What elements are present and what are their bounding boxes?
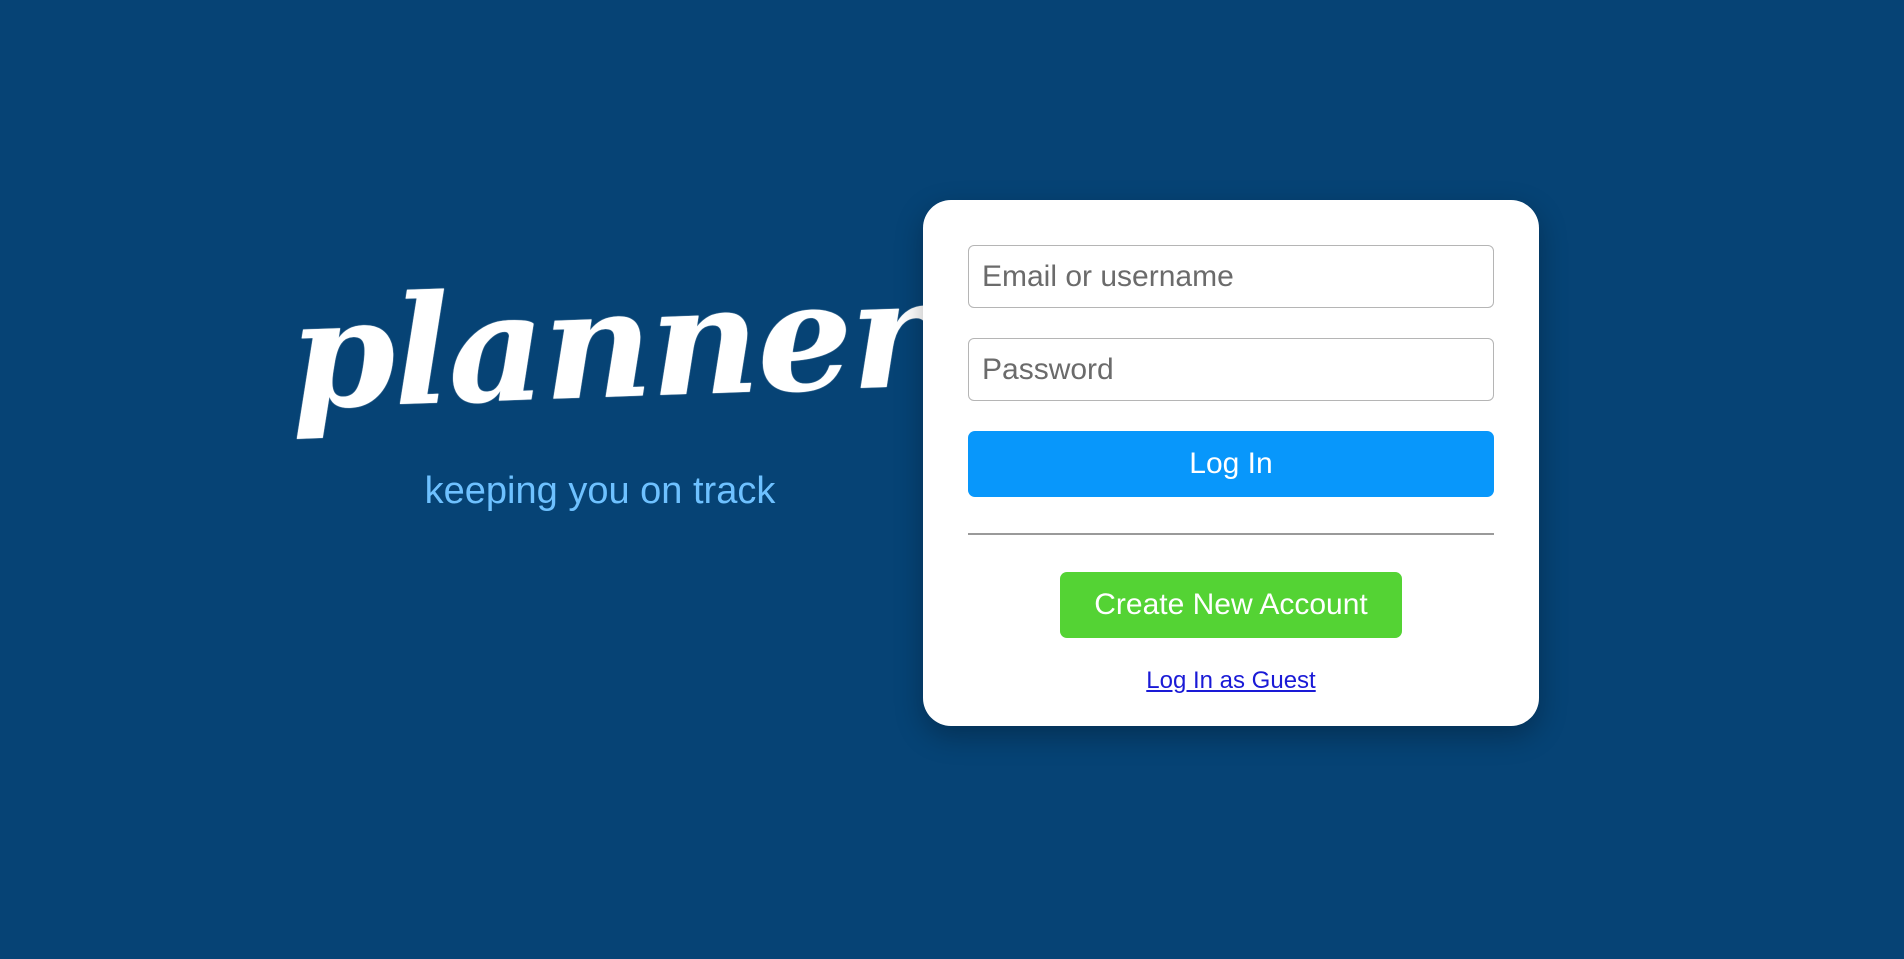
divider — [968, 533, 1494, 535]
password-field[interactable] — [968, 338, 1494, 401]
tagline: keeping you on track — [424, 470, 776, 512]
create-account-button[interactable]: Create New Account — [1060, 572, 1402, 638]
login-card: Log In Create New Account Log In as Gues… — [923, 200, 1539, 726]
login-button[interactable]: Log In — [968, 431, 1494, 497]
app-logo: plannero — [287, 242, 1029, 444]
guest-login-link[interactable]: Log In as Guest — [923, 667, 1539, 695]
brand-block: plannero keeping you on track — [287, 242, 1028, 512]
email-field[interactable] — [968, 245, 1494, 308]
login-page: plannero keeping you on track Log In Cre… — [0, 0, 1904, 959]
